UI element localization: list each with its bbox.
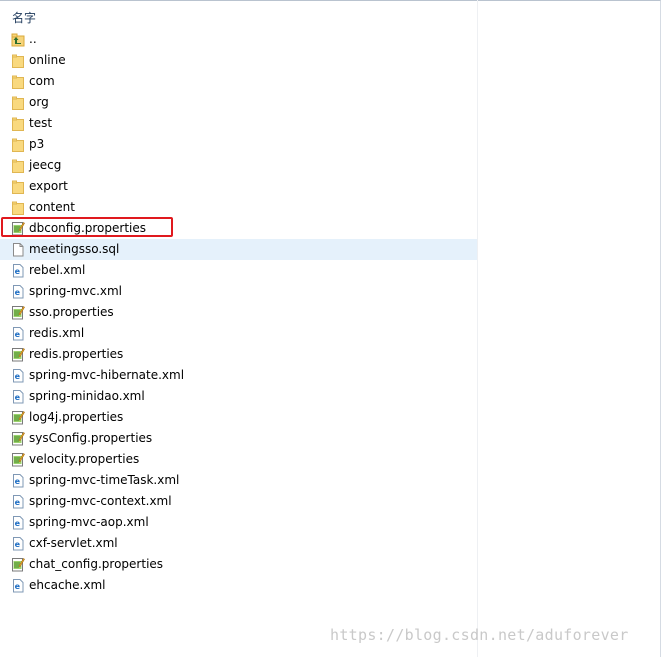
svg-text:e: e bbox=[15, 288, 21, 297]
file-name: export bbox=[29, 179, 68, 193]
folder-row[interactable]: jeecg bbox=[0, 155, 477, 176]
file-name: online bbox=[29, 53, 66, 67]
folder-icon bbox=[11, 95, 25, 110]
svg-text:e: e bbox=[15, 498, 21, 507]
file-name: chat_config.properties bbox=[29, 557, 164, 571]
folder-icon bbox=[11, 53, 25, 68]
file-row[interactable]: e spring-mvc-hibernate.xml bbox=[0, 365, 477, 386]
folder-icon bbox=[11, 200, 25, 215]
xml-file-icon: e bbox=[11, 473, 25, 488]
xml-file-icon: e bbox=[11, 578, 25, 593]
properties-file-icon bbox=[11, 305, 25, 320]
folder-row[interactable]: org bbox=[0, 92, 477, 113]
xml-file-icon: e bbox=[11, 494, 25, 509]
column-header[interactable]: 名字 bbox=[0, 0, 477, 30]
highlight-annotation bbox=[1, 217, 173, 237]
file-row[interactable]: sysConfig.properties bbox=[0, 428, 477, 449]
folder-row[interactable]: p3 bbox=[0, 134, 477, 155]
file-row[interactable]: e spring-minidao.xml bbox=[0, 386, 477, 407]
name-column-header[interactable]: 名字 bbox=[12, 9, 36, 26]
file-row[interactable]: sso.properties bbox=[0, 302, 477, 323]
folder-row[interactable]: export bbox=[0, 176, 477, 197]
file-name: content bbox=[29, 200, 75, 214]
folder-icon bbox=[11, 179, 25, 194]
svg-text:e: e bbox=[15, 477, 21, 486]
watermark: https://blog.csdn.net/aduforever bbox=[330, 626, 629, 644]
properties-file-icon bbox=[11, 431, 25, 446]
file-row[interactable]: redis.properties bbox=[0, 344, 477, 365]
file-row[interactable]: e redis.xml bbox=[0, 323, 477, 344]
file-name: spring-mvc-timeTask.xml bbox=[29, 473, 180, 487]
svg-text:e: e bbox=[15, 540, 21, 549]
file-name: org bbox=[29, 95, 49, 109]
column-divider[interactable] bbox=[477, 0, 478, 657]
xml-file-icon: e bbox=[11, 389, 25, 404]
file-name: spring-mvc.xml bbox=[29, 284, 123, 298]
xml-file-icon: e bbox=[11, 263, 25, 278]
file-name: rebel.xml bbox=[29, 263, 86, 277]
folder-icon bbox=[11, 137, 25, 152]
file-name: spring-minidao.xml bbox=[29, 389, 145, 403]
file-name: cxf-servlet.xml bbox=[29, 536, 118, 550]
file-name: ehcache.xml bbox=[29, 578, 106, 592]
properties-file-icon bbox=[11, 557, 25, 572]
file-name: jeecg bbox=[29, 158, 62, 172]
properties-file-icon bbox=[11, 347, 25, 362]
xml-file-icon: e bbox=[11, 284, 25, 299]
file-name: test bbox=[29, 116, 53, 130]
svg-text:e: e bbox=[15, 330, 21, 339]
file-list: .. online com org test p3 jeecg export content db… bbox=[0, 29, 477, 596]
folder-icon bbox=[11, 116, 25, 131]
file-name: p3 bbox=[29, 137, 45, 151]
folder-row[interactable]: test bbox=[0, 113, 477, 134]
svg-text:e: e bbox=[15, 372, 21, 381]
file-row[interactable]: e ehcache.xml bbox=[0, 575, 477, 596]
file-name: sso.properties bbox=[29, 305, 114, 319]
properties-file-icon bbox=[11, 410, 25, 425]
file-row[interactable]: log4j.properties bbox=[0, 407, 477, 428]
file-row[interactable]: meetingsso.sql bbox=[0, 239, 477, 260]
file-row[interactable]: chat_config.properties bbox=[0, 554, 477, 575]
file-name: log4j.properties bbox=[29, 410, 124, 424]
file-row[interactable]: e spring-mvc-aop.xml bbox=[0, 512, 477, 533]
svg-text:e: e bbox=[15, 582, 21, 591]
folder-row[interactable]: content bbox=[0, 197, 477, 218]
svg-text:e: e bbox=[15, 519, 21, 528]
file-name: spring-mvc-aop.xml bbox=[29, 515, 149, 529]
file-row[interactable]: e spring-mvc-context.xml bbox=[0, 491, 477, 512]
file-row[interactable]: velocity.properties bbox=[0, 449, 477, 470]
text-file-icon bbox=[11, 242, 25, 257]
file-row[interactable]: e rebel.xml bbox=[0, 260, 477, 281]
folder-row[interactable]: com bbox=[0, 71, 477, 92]
file-name: com bbox=[29, 74, 55, 88]
folder-icon bbox=[11, 158, 25, 173]
file-name: redis.xml bbox=[29, 326, 85, 340]
file-name: redis.properties bbox=[29, 347, 124, 361]
svg-text:e: e bbox=[15, 267, 21, 276]
folder-row[interactable]: .. bbox=[0, 29, 477, 50]
properties-file-icon bbox=[11, 452, 25, 467]
file-row[interactable]: e cxf-servlet.xml bbox=[0, 533, 477, 554]
file-name: sysConfig.properties bbox=[29, 431, 153, 445]
folder-icon bbox=[11, 74, 25, 89]
file-name: .. bbox=[29, 32, 37, 46]
file-row[interactable]: e spring-mvc.xml bbox=[0, 281, 477, 302]
xml-file-icon: e bbox=[11, 515, 25, 530]
file-name: spring-mvc-hibernate.xml bbox=[29, 368, 185, 382]
folder-row[interactable]: online bbox=[0, 50, 477, 71]
file-name: meetingsso.sql bbox=[29, 242, 120, 256]
file-row[interactable]: e spring-mvc-timeTask.xml bbox=[0, 470, 477, 491]
xml-file-icon: e bbox=[11, 326, 25, 341]
svg-text:e: e bbox=[15, 393, 21, 402]
xml-file-icon: e bbox=[11, 368, 25, 383]
xml-file-icon: e bbox=[11, 536, 25, 551]
file-name: velocity.properties bbox=[29, 452, 140, 466]
file-name: spring-mvc-context.xml bbox=[29, 494, 172, 508]
up-folder-icon bbox=[11, 32, 25, 47]
